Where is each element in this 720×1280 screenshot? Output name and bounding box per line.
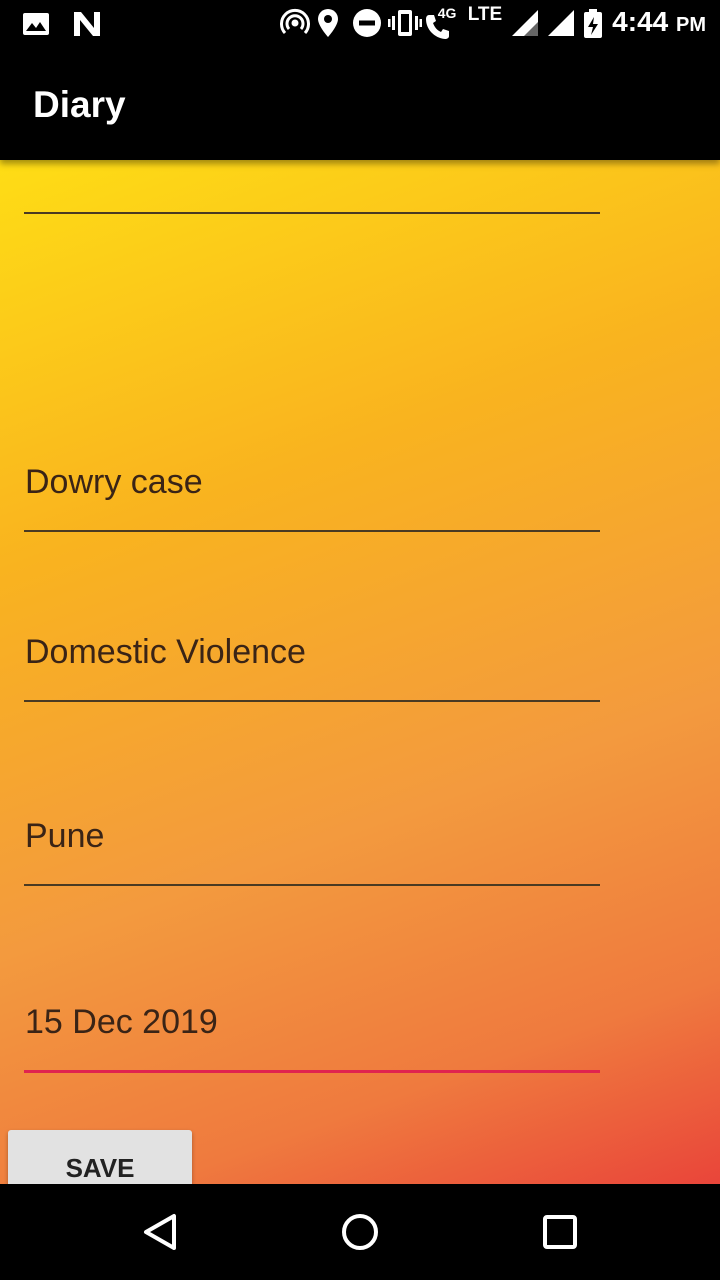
hotspot-icon	[279, 8, 310, 36]
app-bar: Diary	[0, 50, 720, 160]
lte-label: LTE	[467, 4, 503, 25]
signal-icon	[510, 8, 539, 36]
category-value: Domestic Violence	[25, 633, 306, 671]
status-bar: 4G LTE 4:44 PM	[0, 0, 720, 50]
time-value: 4:44	[612, 6, 669, 37]
wifi-call-icon: 4G	[424, 5, 458, 39]
vibrate-icon	[387, 8, 422, 36]
case-type-field[interactable]: Dowry case	[24, 460, 600, 532]
do-not-disturb-icon	[352, 8, 381, 37]
time-ampm: PM	[676, 14, 706, 36]
status-time: 4:44 PM	[612, 6, 706, 38]
home-icon[interactable]	[340, 1212, 380, 1252]
category-field[interactable]: Domestic Violence	[24, 630, 600, 702]
battery-charging-icon	[582, 8, 604, 38]
recents-icon[interactable]	[540, 1212, 580, 1252]
back-icon[interactable]	[140, 1212, 180, 1252]
diary-form: Dowry case Domestic Violence Pune 15 Dec…	[0, 160, 720, 1184]
case-type-value: Dowry case	[25, 463, 203, 501]
n-logo-icon	[72, 10, 100, 38]
save-button[interactable]: SAVE	[8, 1130, 192, 1184]
location-field[interactable]: Pune	[24, 814, 600, 886]
network-type-label: 4G	[437, 5, 457, 21]
page-title: Diary	[33, 84, 126, 125]
date-field[interactable]: 15 Dec 2019	[24, 1000, 600, 1073]
title-field[interactable]	[24, 160, 600, 214]
location-value: Pune	[25, 817, 105, 855]
location-icon	[316, 8, 344, 37]
date-value: 15 Dec 2019	[25, 1003, 218, 1041]
image-icon	[22, 10, 50, 38]
signal-icon	[546, 8, 575, 36]
navigation-bar	[0, 1184, 720, 1280]
